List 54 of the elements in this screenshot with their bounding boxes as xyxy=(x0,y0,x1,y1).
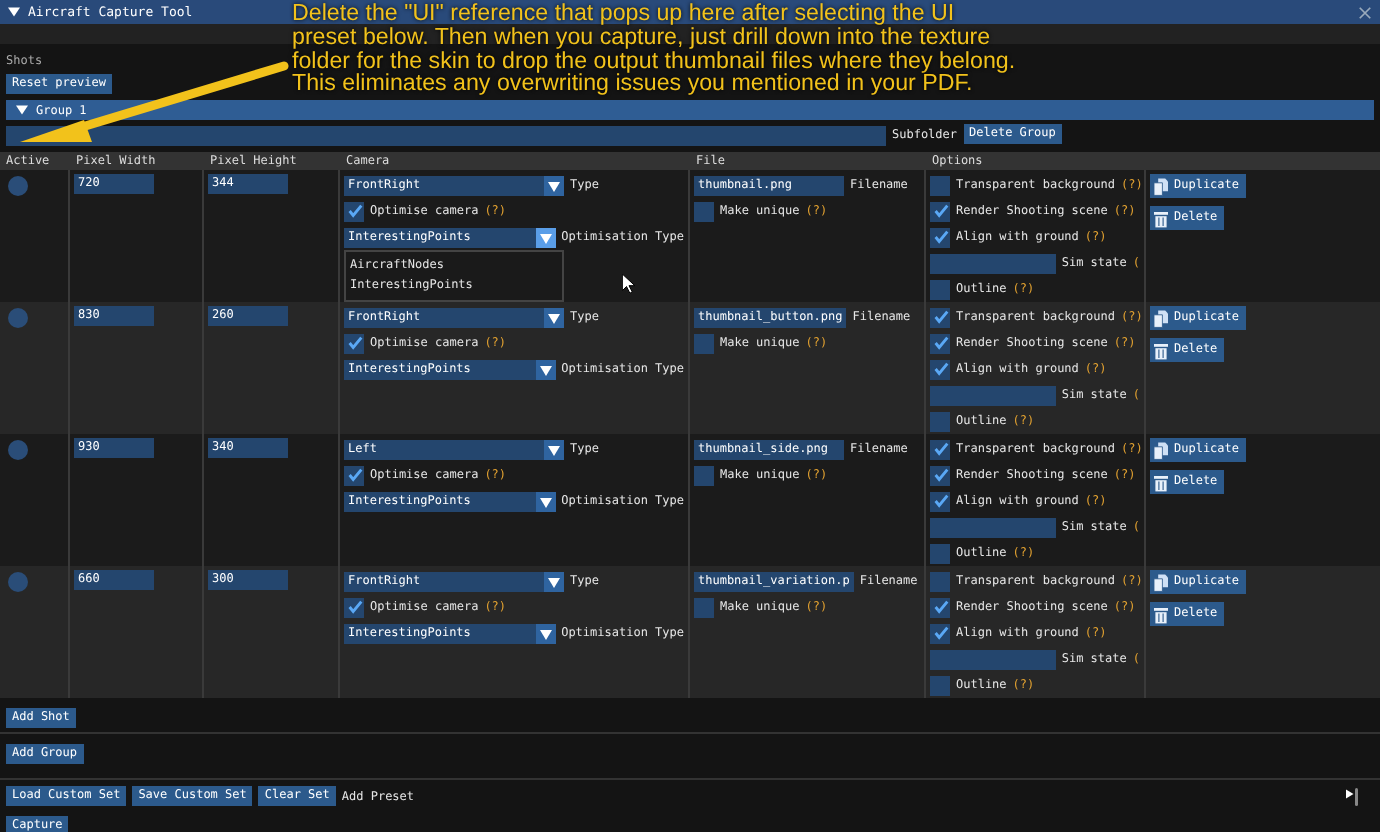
checkbox[interactable] xyxy=(930,597,950,617)
copy-icon xyxy=(1154,177,1168,195)
active-radio[interactable] xyxy=(8,308,28,328)
sim-state-field[interactable] xyxy=(930,517,1056,537)
checkbox[interactable] xyxy=(930,675,950,695)
checkbox[interactable] xyxy=(344,465,364,485)
trash-icon xyxy=(1154,341,1168,359)
checkbox[interactable] xyxy=(930,359,950,379)
caret-icon[interactable] xyxy=(544,439,564,459)
checkbox[interactable] xyxy=(344,333,364,353)
trash-icon xyxy=(1154,209,1168,227)
active-radio[interactable] xyxy=(8,572,28,592)
checkbox[interactable] xyxy=(930,491,950,511)
trash-icon xyxy=(1154,473,1168,491)
checkbox[interactable] xyxy=(694,465,714,485)
caret-icon[interactable] xyxy=(535,491,556,511)
checkbox[interactable] xyxy=(930,465,950,485)
checkbox[interactable] xyxy=(694,597,714,617)
caret-icon[interactable] xyxy=(535,623,556,643)
copy-icon xyxy=(1154,309,1168,327)
sim-state-field[interactable] xyxy=(930,253,1056,273)
cursor-icon xyxy=(622,274,636,294)
annotation-text: Delete the "UI" reference that pops up here after selecting the UI preset below. Then when you capture, just drill down into the texture folder for the skin to drop the output thumbnail files where they belong. This eliminates any overwriting issues you mentioned in your PDF. xyxy=(292,2,1018,97)
subfolder-field[interactable] xyxy=(6,125,886,145)
checkbox[interactable] xyxy=(930,279,950,299)
copy-icon xyxy=(1154,441,1168,459)
copy-icon xyxy=(1154,573,1168,591)
sim-state-field[interactable] xyxy=(930,649,1056,669)
caret-icon[interactable] xyxy=(544,175,564,195)
trash-icon xyxy=(1154,605,1168,623)
checkbox[interactable] xyxy=(694,201,714,221)
checkbox[interactable] xyxy=(930,307,950,327)
active-radio[interactable] xyxy=(8,440,28,460)
checkbox[interactable] xyxy=(930,623,950,643)
caret-icon[interactable] xyxy=(535,359,556,379)
active-radio[interactable] xyxy=(8,176,28,196)
checkbox[interactable] xyxy=(344,201,364,221)
sim-state-field[interactable] xyxy=(930,385,1056,405)
close-icon[interactable] xyxy=(1358,5,1372,19)
checkbox[interactable] xyxy=(694,333,714,353)
checkbox[interactable] xyxy=(930,571,950,591)
checkbox[interactable] xyxy=(930,175,950,195)
checkbox[interactable] xyxy=(930,439,950,459)
caret-icon[interactable] xyxy=(544,571,564,591)
checkbox[interactable] xyxy=(930,227,950,247)
checkbox[interactable] xyxy=(930,543,950,563)
collapse-arrow-icon[interactable] xyxy=(8,6,20,18)
caret-icon[interactable] xyxy=(535,227,556,247)
checkbox[interactable] xyxy=(930,201,950,221)
checkbox[interactable] xyxy=(930,333,950,353)
resize-grip-icon[interactable] xyxy=(1346,786,1358,808)
checkbox[interactable] xyxy=(930,411,950,431)
caret-icon[interactable] xyxy=(544,307,564,327)
checkbox[interactable] xyxy=(344,597,364,617)
